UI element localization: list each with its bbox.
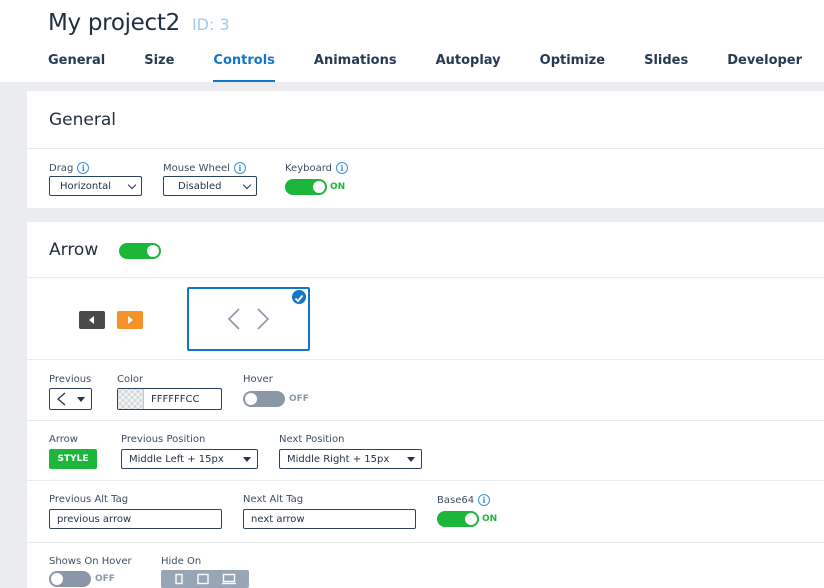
chevron-down-icon xyxy=(407,457,415,462)
toggle-knob xyxy=(51,573,63,585)
general-card: General Drag i Horizontal Mouse Wheel i Di… xyxy=(27,91,824,208)
info-icon[interactable]: i xyxy=(233,162,246,174)
arrows-thin-icon xyxy=(227,308,270,330)
desktop-icon[interactable] xyxy=(221,573,237,585)
info-icon[interactable]: i xyxy=(478,494,491,506)
keyboard-toggle[interactable] xyxy=(285,179,327,195)
info-icon[interactable]: i xyxy=(336,162,349,174)
chevron-down-icon xyxy=(77,397,85,402)
arrow-enable-toggle[interactable] xyxy=(119,243,161,259)
shows-on-hover-state: OFF xyxy=(95,574,115,584)
tab-bar: General Size Controls Animations Autopla… xyxy=(48,52,824,82)
color-input[interactable]: FFFFFFCC xyxy=(117,388,222,410)
arrow-preview-dark[interactable] xyxy=(79,311,105,329)
shows-on-hover-toggle[interactable] xyxy=(49,571,91,587)
toggle-knob xyxy=(245,393,257,405)
previous-label: Previous xyxy=(49,374,92,385)
arrow-left-icon xyxy=(57,392,66,406)
general-fields-row: Drag i Horizontal Mouse Wheel i Disabled K… xyxy=(27,149,824,207)
toggle-knob xyxy=(147,245,159,257)
arrow-right-icon xyxy=(128,316,133,324)
keyboard-state: ON xyxy=(330,182,346,192)
tab-animations[interactable]: Animations xyxy=(314,52,397,82)
tab-controls[interactable]: Controls xyxy=(213,52,275,82)
previous-alt-input[interactable]: previous arrow xyxy=(49,509,222,529)
color-swatch[interactable] xyxy=(118,389,144,409)
arrow-card-header: Arrow xyxy=(27,222,824,278)
chevron-down-icon xyxy=(127,180,137,190)
title-row: My project2 ID: 3 xyxy=(48,10,230,36)
arrow-preview-orange[interactable] xyxy=(117,311,143,329)
arrow-preview-selected[interactable] xyxy=(187,287,310,351)
next-alt-label: Next Alt Tag xyxy=(243,494,304,505)
base64-toggle[interactable] xyxy=(437,511,479,527)
chevron-down-icon xyxy=(243,457,251,462)
hide-on-device-group xyxy=(161,570,249,588)
previous-position-label: Previous Position xyxy=(121,434,206,445)
info-icon[interactable]: i xyxy=(77,162,90,174)
shows-on-hover-label: Shows On Hover xyxy=(49,556,132,567)
hover-state: OFF xyxy=(289,394,309,404)
tab-autoplay[interactable]: Autoplay xyxy=(436,52,501,82)
tab-optimize[interactable]: Optimize xyxy=(540,52,605,82)
hover-toggle[interactable] xyxy=(243,391,285,407)
base64-state: ON xyxy=(482,514,498,524)
tab-size[interactable]: Size xyxy=(144,52,174,82)
previous-position-select[interactable]: Middle Left + 15px xyxy=(121,449,258,469)
chevron-down-icon xyxy=(242,180,252,190)
next-position-select[interactable]: Middle Right + 15px xyxy=(279,449,422,469)
drag-label: Drag i xyxy=(49,162,90,174)
mobile-icon[interactable] xyxy=(173,573,185,585)
next-alt-input[interactable]: next arrow xyxy=(243,509,416,529)
drag-select[interactable]: Horizontal xyxy=(49,176,142,196)
toggle-knob xyxy=(313,181,325,193)
toggle-knob xyxy=(465,513,477,525)
project-id: ID: 3 xyxy=(191,15,230,34)
general-card-header: General xyxy=(27,91,824,149)
arrow-alt-row: Previous Alt Tag previous arrow Next Alt… xyxy=(27,481,824,543)
arrow-card: Arrow Previous Color FFFFFFCC Hover OFF … xyxy=(27,222,824,588)
arrow-card-title: Arrow xyxy=(49,239,99,260)
check-icon xyxy=(292,290,306,304)
previous-arrow-select[interactable] xyxy=(49,388,92,410)
next-position-label: Next Position xyxy=(279,434,345,445)
tab-general[interactable]: General xyxy=(48,52,105,82)
mouse-wheel-label: Mouse Wheel i xyxy=(163,162,246,174)
color-label: Color xyxy=(117,374,144,385)
hover-label: Hover xyxy=(243,374,273,385)
arrow-left-icon xyxy=(89,316,94,324)
tab-slides[interactable]: Slides xyxy=(644,52,688,82)
hide-on-label: Hide On xyxy=(161,556,202,567)
previous-alt-label: Previous Alt Tag xyxy=(49,494,129,505)
arrow-position-row: Arrow STYLE Previous Position Middle Lef… xyxy=(27,421,824,481)
header: My project2 ID: 3 General Size Controls … xyxy=(0,0,824,82)
style-button[interactable]: STYLE xyxy=(49,449,97,469)
arrow-style-label: Arrow xyxy=(49,434,78,445)
general-card-title: General xyxy=(49,109,116,130)
arrow-style-row xyxy=(27,278,824,360)
project-title: My project2 xyxy=(48,10,180,36)
keyboard-label: Keyboard i xyxy=(285,162,349,174)
base64-label: Base64 i xyxy=(437,494,491,506)
arrow-previous-row: Previous Color FFFFFFCC Hover OFF xyxy=(27,360,824,421)
tablet-icon[interactable] xyxy=(196,573,210,585)
arrow-visibility-row: Shows On Hover OFF Hide On xyxy=(27,543,824,588)
mouse-wheel-select[interactable]: Disabled xyxy=(163,176,257,196)
tab-developer[interactable]: Developer xyxy=(727,52,802,82)
